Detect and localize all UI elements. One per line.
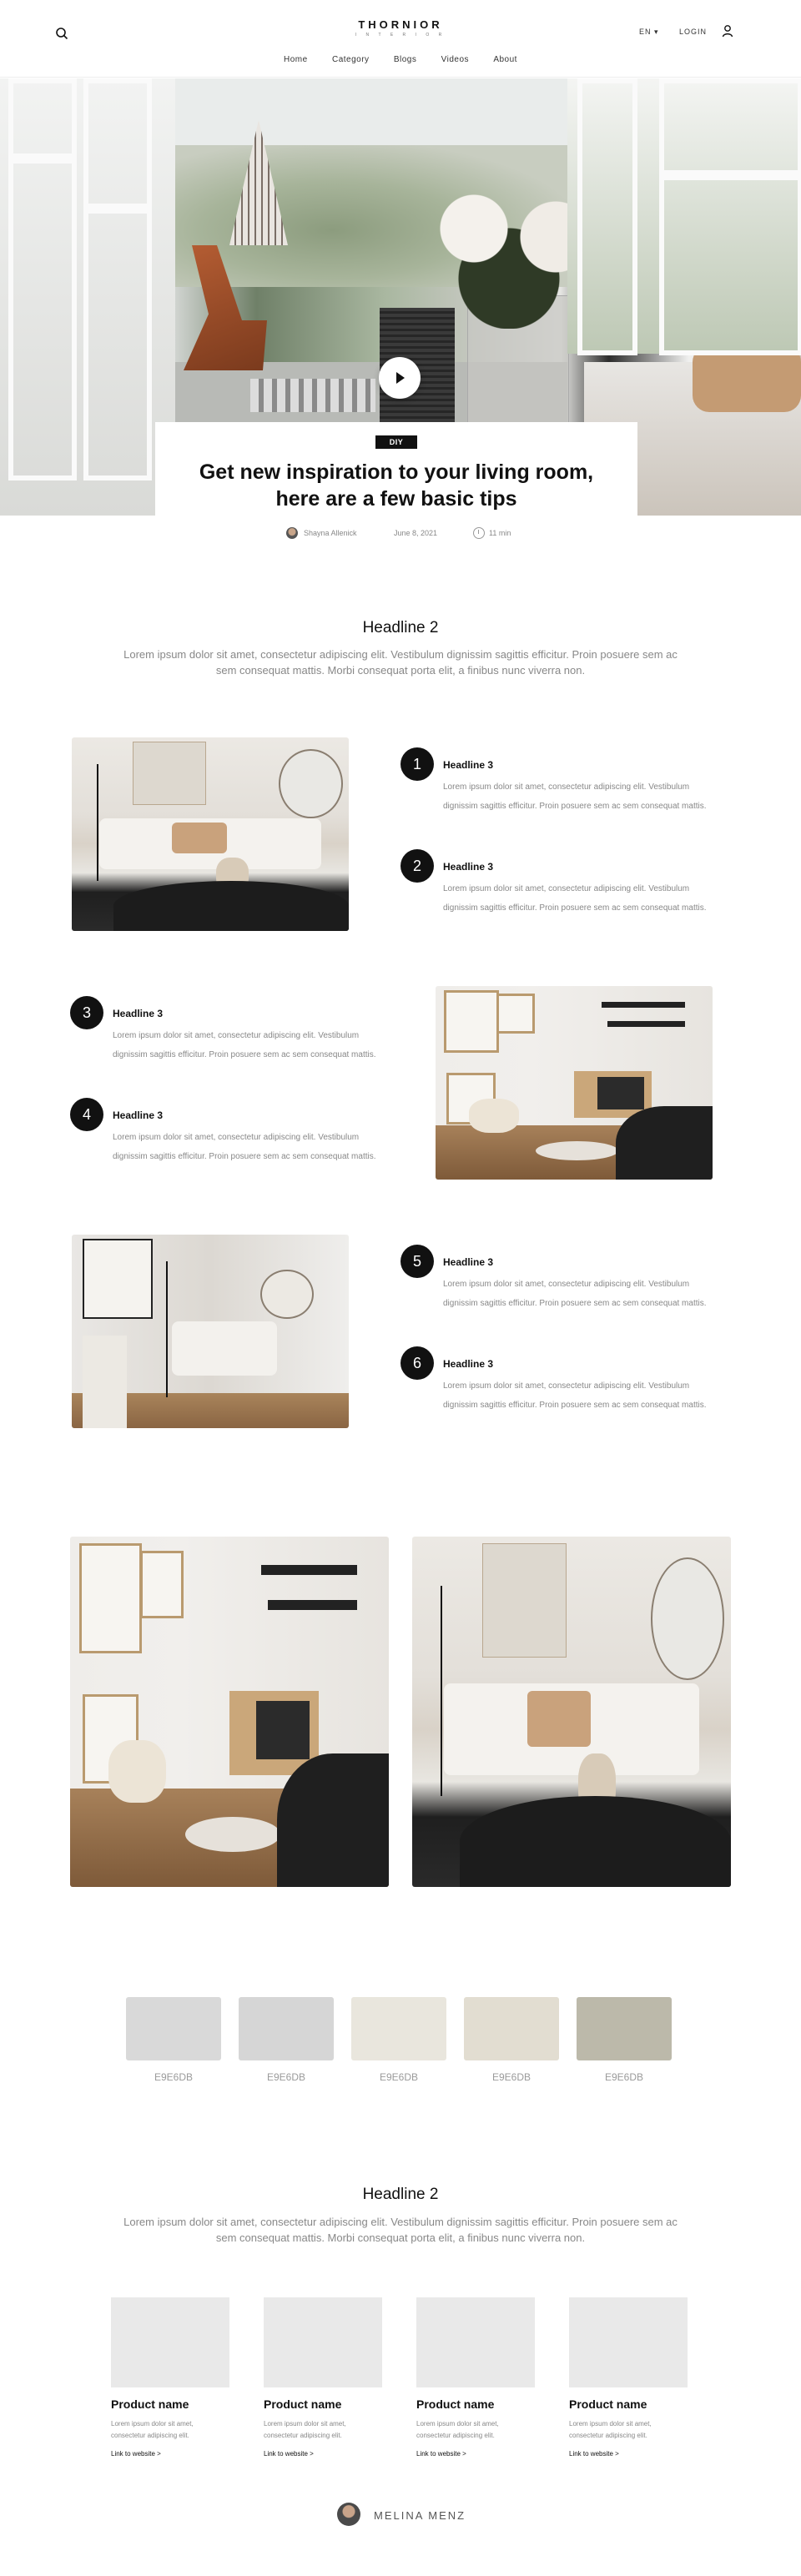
step-text-3: Lorem ipsum dolor sit amet, consectetur …: [113, 1031, 376, 1059]
read-time: 11 min: [489, 529, 511, 537]
step-number-4: 4: [70, 1098, 103, 1131]
product-link[interactable]: Link to website >: [416, 2450, 466, 2458]
swatch-label: E9E6DB: [266, 2071, 306, 2083]
step-headline-4: Headline 3: [113, 1109, 164, 1121]
hero-rug: [250, 379, 375, 412]
product-description: Lorem ipsum dolor sit amet, consectetur …: [111, 2420, 194, 2439]
step-number-3: 3: [70, 996, 103, 1029]
brand-name: THORNIOR: [358, 18, 443, 31]
section-lead-2: Lorem ipsum dolor sit amet, consectetur …: [123, 2216, 678, 2244]
product-image[interactable]: [264, 2297, 382, 2387]
step-text-2: Lorem ipsum dolor sit amet, consectetur …: [443, 884, 707, 913]
section-headline: Headline 2: [362, 619, 439, 636]
gallery-photo-left: [70, 1537, 389, 1887]
hero-cushion: [693, 345, 801, 412]
category-tag[interactable]: DIY: [375, 435, 417, 449]
section-headline-2: Headline 2: [362, 2186, 439, 2203]
main-nav: Home Category Blogs Videos About: [0, 55, 801, 64]
brand-logo[interactable]: THORNIOR I N T E R I O R: [317, 18, 484, 38]
reading-corner-photo: [72, 1235, 349, 1428]
hero-window-right: [567, 78, 801, 355]
section-lead: Lorem ipsum dolor sit amet, consectetur …: [123, 648, 678, 677]
color-swatch: [126, 1997, 221, 2060]
author-name[interactable]: Shayna Allenick: [304, 529, 357, 537]
nav-home[interactable]: Home: [284, 55, 308, 64]
publish-date: June 8, 2021: [394, 529, 438, 537]
color-swatch: [239, 1997, 334, 2060]
step-headline-6: Headline 3: [443, 1358, 494, 1370]
product-name: Product name: [264, 2397, 342, 2411]
nav-category[interactable]: Category: [332, 55, 370, 64]
article-meta: Shayna Allenick June 8, 2021 11 min: [155, 527, 637, 541]
step-number-5: 5: [400, 1245, 434, 1278]
swatch-label: E9E6DB: [154, 2071, 194, 2083]
step-text-1: Lorem ipsum dolor sit amet, consectetur …: [443, 782, 707, 811]
hero-window-left: [0, 78, 175, 516]
article-title-card: DIY Get new inspiration to your living r…: [155, 422, 637, 556]
swatch-label: E9E6DB: [604, 2071, 644, 2083]
product-link[interactable]: Link to website >: [264, 2450, 314, 2458]
swatch-label: E9E6DB: [379, 2071, 419, 2083]
product-image[interactable]: [569, 2297, 688, 2387]
step-headline-3: Headline 3: [113, 1008, 164, 1019]
color-swatch: [464, 1997, 559, 2060]
site-header: THORNIOR I N T E R I O R EN ▾ LOGIN Home…: [0, 0, 801, 78]
shelf-room-photo: [436, 986, 713, 1180]
brand-subtitle: I N T E R I O R: [355, 33, 446, 38]
author-avatar: [286, 527, 298, 539]
play-button[interactable]: [379, 357, 421, 399]
product-description: Lorem ipsum dolor sit amet, consectetur …: [416, 2420, 499, 2439]
product-name: Product name: [569, 2397, 647, 2411]
step-headline-5: Headline 3: [443, 1256, 494, 1268]
author-avatar-footer[interactable]: [337, 2503, 360, 2526]
product-link[interactable]: Link to website >: [111, 2450, 161, 2458]
login-link[interactable]: LOGIN: [679, 28, 707, 36]
step-text-5: Lorem ipsum dolor sit amet, consectetur …: [443, 1280, 707, 1308]
clock-icon: [473, 527, 485, 539]
step-headline-2: Headline 3: [443, 861, 494, 873]
search-icon[interactable]: [55, 27, 68, 40]
product-image[interactable]: [111, 2297, 229, 2387]
product-name: Product name: [416, 2397, 495, 2411]
living-room-photo: [72, 737, 349, 931]
swatch-label: E9E6DB: [491, 2071, 531, 2083]
nav-blogs[interactable]: Blogs: [394, 55, 417, 64]
product-description: Lorem ipsum dolor sit amet, consectetur …: [264, 2420, 346, 2439]
step-text-6: Lorem ipsum dolor sit amet, consectetur …: [443, 1381, 707, 1410]
language-selector[interactable]: EN ▾: [639, 28, 659, 37]
step-text-4: Lorem ipsum dolor sit amet, consectetur …: [113, 1133, 376, 1161]
product-name: Product name: [111, 2397, 189, 2411]
step-headline-1: Headline 3: [443, 759, 494, 771]
product-image[interactable]: [416, 2297, 535, 2387]
author-name-footer[interactable]: MELINA MENZ: [374, 2509, 466, 2522]
product-link[interactable]: Link to website >: [569, 2450, 619, 2458]
step-number-1: 1: [400, 747, 434, 781]
user-icon[interactable]: [721, 24, 734, 38]
gallery-photo-right: [412, 1537, 731, 1887]
step-number-2: 2: [400, 849, 434, 883]
step-number-6: 6: [400, 1346, 434, 1380]
color-swatch: [577, 1997, 672, 2060]
article-title: Get new inspiration to your living room,…: [199, 460, 594, 511]
product-description: Lorem ipsum dolor sit amet, consectetur …: [569, 2420, 652, 2439]
nav-videos[interactable]: Videos: [441, 55, 469, 64]
nav-about[interactable]: About: [493, 55, 517, 64]
color-swatch: [351, 1997, 446, 2060]
